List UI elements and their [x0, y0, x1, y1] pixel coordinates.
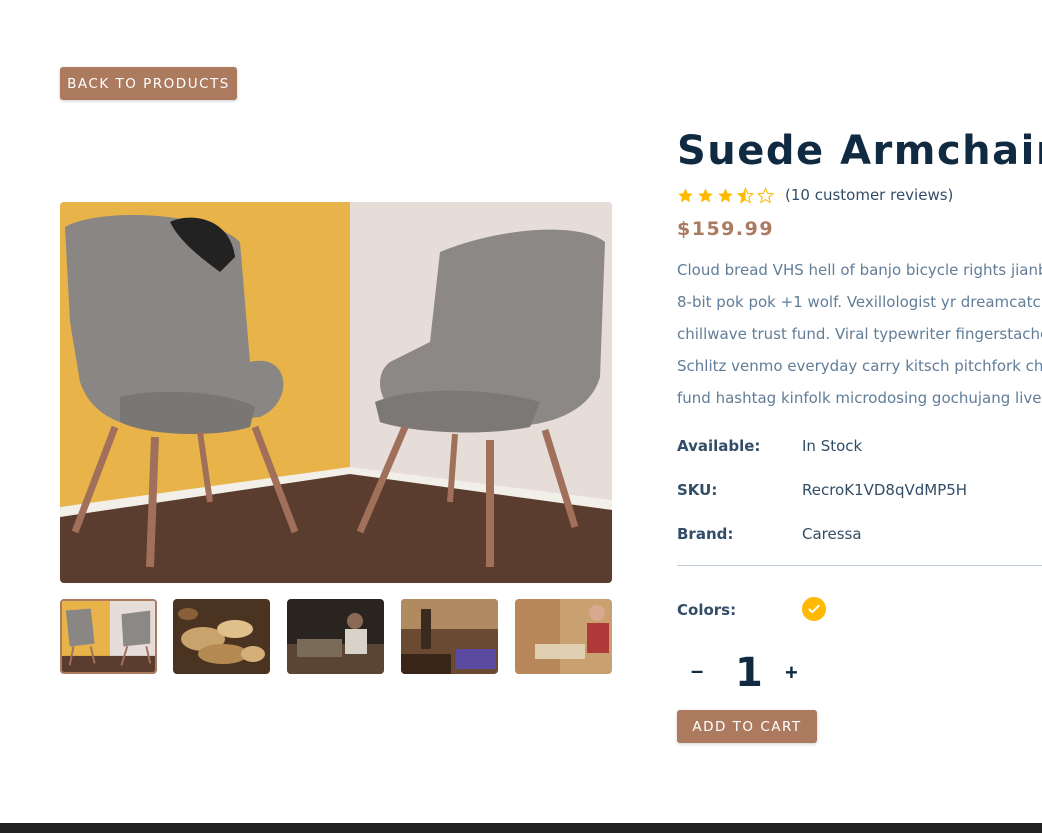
increase-quantity-button[interactable]: + [785, 660, 798, 686]
thumbnail-armchairs[interactable] [60, 599, 157, 674]
description-line: fund hashtag kinfolk microdosing gochuja… [677, 389, 1042, 407]
thumbnail-workshop[interactable] [401, 599, 498, 674]
description-line: Schlitz venmo everyday carry kitsch pitc… [677, 357, 1042, 375]
footer [0, 823, 1042, 833]
thumbnail-woodworker[interactable] [287, 599, 384, 674]
rating-stars [677, 184, 777, 206]
product-title: Suede Armchair [677, 128, 1042, 174]
thumbnail-carpenter[interactable] [515, 599, 612, 674]
reviews-count: (10 customer reviews) [785, 186, 954, 204]
star-icon [678, 187, 693, 202]
back-to-products-button[interactable]: BACK TO PRODUCTS [60, 67, 237, 100]
decrease-quantity-button[interactable]: – [691, 658, 703, 684]
sku-label: SKU: [677, 481, 718, 499]
brand-value: Caressa [802, 525, 862, 543]
thumbnail-gallery [60, 599, 612, 674]
star-icon [698, 187, 713, 202]
main-product-image [60, 202, 612, 583]
brand-label: Brand: [677, 525, 734, 543]
product-description: Cloud bread VHS hell of banjo bicycle ri… [677, 254, 1042, 414]
description-line: Cloud bread VHS hell of banjo bicycle ri… [677, 261, 1042, 279]
star-empty-icon [757, 186, 774, 204]
star-half-icon [737, 186, 754, 204]
thumbnail-wood-shavings[interactable] [173, 599, 270, 674]
color-swatch-yellow[interactable] [802, 597, 826, 621]
quantity-value: 1 [735, 650, 763, 696]
description-line: chillwave trust fund. Viral typewriter f… [677, 325, 1042, 343]
check-icon [808, 604, 820, 614]
description-line: 8-bit pok pok +1 wolf. Vexillologist yr … [677, 293, 1042, 311]
availability-label: Available: [677, 437, 761, 455]
star-icon [718, 187, 733, 202]
availability-value: In Stock [802, 437, 863, 455]
product-price: $159.99 [677, 218, 775, 240]
sku-value: RecroK1VD8qVdMP5H [802, 481, 968, 499]
colors-label: Colors: [677, 601, 737, 619]
divider [677, 565, 1042, 566]
add-to-cart-button[interactable]: ADD TO CART [677, 710, 817, 743]
